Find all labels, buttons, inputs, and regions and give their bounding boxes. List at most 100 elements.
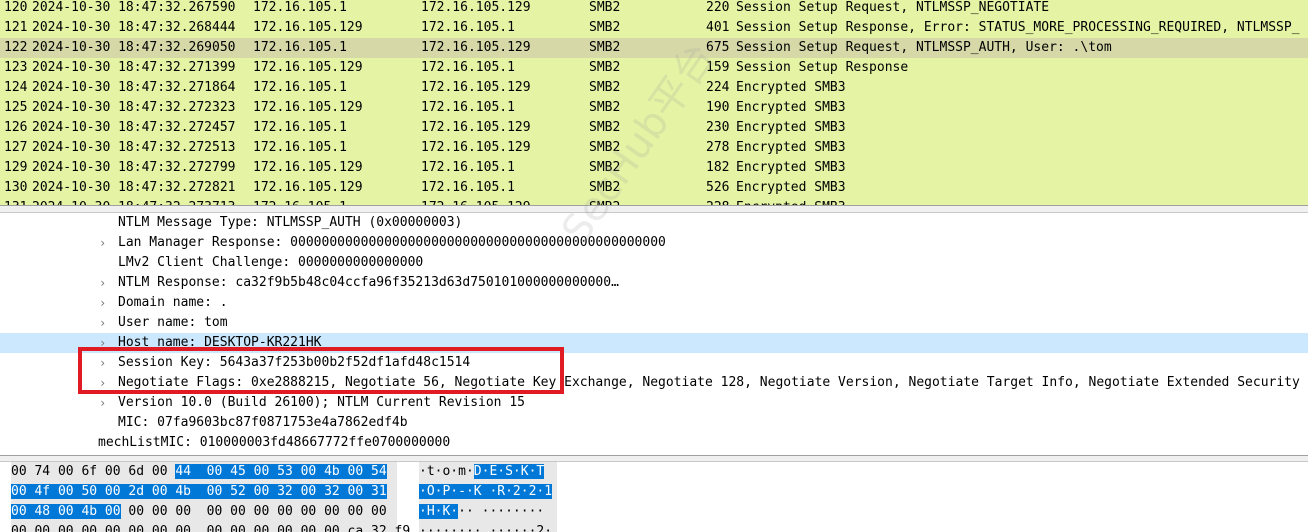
packet-protocol: SMB2 — [589, 40, 621, 55]
packet-protocol: SMB2 — [589, 140, 621, 155]
tree-item-label: User name: tom — [118, 315, 228, 330]
highlighted-bytes: 00 48 00 4b 00 — [11, 504, 121, 519]
tree-item-label: LMv2 Client Challenge: 0000000000000000 — [118, 255, 424, 270]
packet-source: 172.16.105.1 — [253, 40, 347, 55]
packet-number: 127 — [4, 140, 28, 155]
expand-chevron-icon[interactable]: › — [99, 293, 106, 313]
packet-row[interactable]: 130 2024-10-30 18:47:32.272821 172.16.105.… — [0, 178, 1308, 198]
packet-protocol: SMB2 — [589, 80, 621, 95]
packet-time: 2024-10-30 18:47:32.271864 — [32, 80, 236, 95]
hex-bytes[interactable]: 00 4f 00 50 00 2d 00 4b 00 52 00 32 00 3… — [11, 482, 397, 502]
packet-number: 130 — [4, 180, 28, 195]
packet-destination: 172.16.105.1 — [421, 160, 515, 175]
expand-chevron-icon[interactable]: › — [99, 393, 106, 413]
packet-time: 2024-10-30 18:47:32.267590 — [32, 0, 236, 15]
packet-info: Encrypted SMB3 — [736, 100, 846, 115]
packet-row[interactable]: 126 2024-10-30 18:47:32.272457 172.16.105.… — [0, 118, 1308, 138]
tree-item[interactable]: › Lan Manager Response: 00000000000000000… — [0, 233, 1308, 253]
packet-source: 172.16.105.129 — [253, 20, 363, 35]
packet-protocol: SMB2 — [589, 20, 621, 35]
tree-item-label: Session Key: 5643a37f253b00b2f52df1afd48… — [118, 355, 471, 370]
packet-info: Encrypted SMB3 — [736, 198, 846, 205]
highlighted-ascii: D·E·S·K·T — [473, 464, 545, 479]
packet-bytes-pane[interactable]: 00 74 00 6f 00 6d 00 44 00 45 00 53 00 4… — [0, 462, 1308, 532]
packet-info: Session Setup Request, NTLMSSP_AUTH, Use… — [736, 40, 1112, 55]
packet-row[interactable]: 121 2024-10-30 18:47:32.268444 172.16.105.… — [0, 18, 1308, 38]
packet-row[interactable]: 125 2024-10-30 18:47:32.272323 172.16.105.… — [0, 98, 1308, 118]
packet-time: 2024-10-30 18:47:32.269050 — [32, 40, 236, 55]
packet-row[interactable]: 127 2024-10-30 18:47:32.272513 172.16.105.… — [0, 138, 1308, 158]
packet-destination: 172.16.105.129 — [421, 40, 531, 55]
highlighted-bytes: 44 00 45 00 53 00 4b 00 54 — [175, 464, 387, 479]
tree-item[interactable]: › NTLM Response: ca32f9b5b48c04ccfa96f352… — [0, 273, 1308, 293]
tree-item-label: Host name: DESKTOP-KR221HK — [118, 335, 322, 350]
expand-chevron-icon[interactable]: › — [99, 353, 106, 373]
packet-row[interactable]: 129 2024-10-30 18:47:32.272799 172.16.105.… — [0, 158, 1308, 178]
tree-item[interactable]: › Host name: DESKTOP-KR221HK — [0, 333, 1308, 353]
hex-ascii[interactable]: ········ ······2· — [419, 522, 557, 532]
packet-row[interactable]: 120 2024-10-30 18:47:32.267590 172.16.105.… — [0, 0, 1308, 18]
packet-details-tree[interactable]: NTLM Message Type: NTLMSSP_AUTH (0x00000… — [0, 213, 1308, 455]
hex-bytes[interactable]: 00 48 00 4b 00 00 00 00 00 00 00 00 00 0… — [11, 502, 397, 522]
packet-time: 2024-10-30 18:47:32.272513 — [32, 140, 236, 155]
tree-item[interactable]: › User name: tom — [0, 313, 1308, 333]
tree-item-label: mechListMIC: 010000003fd48667772ffe07000… — [98, 435, 451, 450]
hex-ascii[interactable]: ·H·K··· ········ — [419, 502, 557, 522]
tree-item[interactable]: NTLM Message Type: NTLMSSP_AUTH (0x00000… — [0, 213, 1308, 233]
packet-destination: 172.16.105.1 — [421, 100, 515, 115]
expand-chevron-icon[interactable]: › — [99, 313, 106, 333]
tree-item[interactable]: MIC: 07fa9603bc87f0871753e4a7862edf4b — [0, 413, 1308, 433]
packet-time: 2024-10-30 18:47:32.273713 — [32, 198, 236, 205]
packet-destination: 172.16.105.1 — [421, 60, 515, 75]
packet-length: 278 — [706, 140, 730, 155]
packet-info: Encrypted SMB3 — [736, 80, 846, 95]
packet-list[interactable]: 120 2024-10-30 18:47:32.267590 172.16.105.… — [0, 0, 1308, 205]
highlighted-bytes: 00 4f 00 50 00 2d 00 4b 00 52 00 32 00 3… — [11, 484, 387, 499]
packet-protocol: SMB2 — [589, 100, 621, 115]
pane-splitter[interactable] — [0, 455, 1308, 462]
packet-length: 182 — [706, 160, 730, 175]
packet-time: 2024-10-30 18:47:32.271399 — [32, 60, 236, 75]
packet-source: 172.16.105.1 — [253, 198, 347, 205]
packet-length: 220 — [706, 0, 730, 15]
expand-chevron-icon[interactable]: › — [99, 273, 106, 293]
ascii-text: ········ ······2· — [419, 524, 553, 532]
packet-row[interactable]: 122 2024-10-30 18:47:32.269050 172.16.105.… — [0, 38, 1308, 58]
packet-source: 172.16.105.129 — [253, 160, 363, 175]
packet-length: 228 — [706, 198, 729, 205]
tree-item[interactable]: › Domain name: . — [0, 293, 1308, 313]
tree-item[interactable]: LMv2 Client Challenge: 0000000000000000 — [0, 253, 1308, 273]
packet-number: 120 — [4, 0, 28, 15]
packet-destination: 172.16.105.1 — [421, 180, 515, 195]
packet-protocol: SMB2 — [589, 120, 621, 135]
tree-item-label: NTLM Response: ca32f9b5b48c04ccfa96f3521… — [118, 275, 619, 290]
tree-item[interactable]: mechListMIC: 010000003fd48667772ffe07000… — [0, 433, 1308, 453]
hex-bytes[interactable]: 00 74 00 6f 00 6d 00 44 00 45 00 53 00 4… — [11, 462, 397, 482]
packet-protocol: SMB2 — [589, 0, 621, 15]
packet-time: 2024-10-30 18:47:32.272323 — [32, 100, 236, 115]
packet-length: 526 — [706, 180, 730, 195]
packet-number: 121 — [4, 20, 28, 35]
packet-number: 126 — [4, 120, 28, 135]
hex-ascii[interactable]: ·t·o·m·D·E·S·K·T — [419, 462, 557, 482]
packet-row[interactable]: 124 2024-10-30 18:47:32.271864 172.16.105.… — [0, 78, 1308, 98]
packet-row[interactable]: 123 2024-10-30 18:47:32.271399 172.16.105.… — [0, 58, 1308, 78]
expand-chevron-icon[interactable]: › — [99, 233, 106, 253]
bytes-text: 00 74 00 6f 00 6d 00 — [11, 464, 176, 479]
packet-source: 172.16.105.129 — [253, 180, 363, 195]
hex-bytes[interactable]: 00 00 00 00 00 00 00 00 00 00 00 00 00 0… — [11, 522, 410, 532]
tree-item[interactable]: › Negotiate Flags: 0xe2888215, Negotiate … — [0, 373, 1308, 393]
packet-length: 190 — [706, 100, 730, 115]
packet-row[interactable]: 131 2024-10-30 18:47:32.273713 172.16.105.… — [0, 198, 1308, 205]
expand-chevron-icon[interactable]: › — [99, 373, 106, 393]
packet-source: 172.16.105.129 — [253, 100, 363, 115]
pane-splitter[interactable] — [0, 205, 1308, 213]
packet-destination: 172.16.105.129 — [421, 120, 531, 135]
tree-item[interactable]: › Session Key: 5643a37f253b00b2f52df1afd4… — [0, 353, 1308, 373]
tree-item[interactable]: › Version 10.0 (Build 26100); NTLM Curren… — [0, 393, 1308, 413]
hex-ascii[interactable]: ·O·P·-·K ·R·2·2·1 — [419, 482, 557, 502]
packet-info: Encrypted SMB3 — [736, 160, 846, 175]
packet-number: 125 — [4, 100, 28, 115]
expand-chevron-icon[interactable]: › — [99, 333, 106, 353]
packet-info: Encrypted SMB3 — [736, 140, 846, 155]
